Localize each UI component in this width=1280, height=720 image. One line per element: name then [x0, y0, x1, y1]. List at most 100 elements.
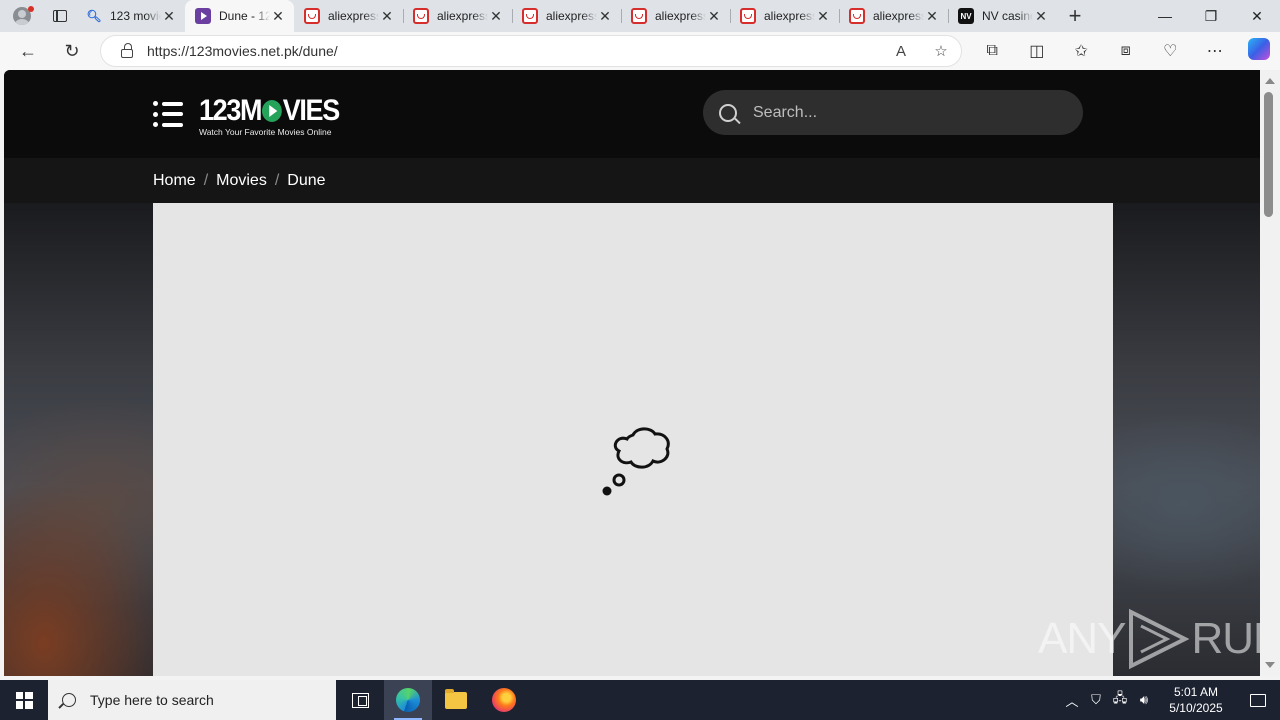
tab-title: aliexpress [437, 9, 488, 23]
close-icon[interactable]: ✕ [597, 8, 613, 25]
close-icon[interactable]: ✕ [379, 8, 395, 25]
new-tab-button[interactable]: + [1057, 0, 1093, 32]
minimize-icon[interactable]: ― [1142, 0, 1188, 32]
favorite-star-icon[interactable]: ☆ [921, 42, 961, 60]
firefox-taskbar-button[interactable] [480, 680, 528, 720]
breadcrumb: Home / Movies / Dune [153, 158, 326, 203]
anyrun-play-icon [1129, 608, 1190, 670]
file-explorer-taskbar-button[interactable] [432, 680, 480, 720]
tab-123movies-search[interactable]: 🔍︎ 123 movies ✕ [76, 0, 185, 32]
tab-aliexpress[interactable]: aliexpress ✕ [403, 0, 512, 32]
favorites-icon[interactable]: ✩ [1059, 41, 1104, 61]
profile-avatar-icon[interactable] [0, 0, 44, 32]
breadcrumb-separator: / [274, 171, 280, 189]
security-icon[interactable]: ⛉ [1084, 692, 1108, 708]
logo-text: 123M [199, 94, 262, 127]
lock-icon[interactable] [121, 42, 133, 58]
window-controls: ― ❐ ✕ [1142, 0, 1280, 32]
browser-essentials-icon[interactable]: ♡ [1148, 41, 1193, 61]
loading-thought-bubble-icon [602, 427, 670, 496]
edge-taskbar-button[interactable] [384, 680, 432, 720]
close-icon[interactable]: ✕ [270, 8, 286, 25]
page-viewport: 123M VIES Watch Your Favorite Movies Onli… [4, 70, 1260, 676]
aliexpress-bag-icon [849, 8, 865, 24]
menu-icon[interactable] [153, 101, 183, 127]
network-icon[interactable]: 🖧︎ [1108, 689, 1132, 711]
close-icon[interactable]: ✕ [815, 8, 831, 25]
scroll-up-icon[interactable] [1265, 78, 1275, 84]
logo-text: VIES [282, 94, 340, 127]
tab-title: aliexpress [873, 9, 924, 23]
url-text[interactable]: https://123movies.net.pk/dune/ [147, 43, 881, 59]
close-icon[interactable]: ✕ [488, 8, 504, 25]
tab-title: Dune - 123Movies [219, 9, 270, 23]
system-tray: ︿ ⛉ 🖧︎ 🔊︎ 5:01 AM 5/10/2025 [1060, 680, 1280, 720]
site-logo[interactable]: 123M VIES Watch Your Favorite Movies Onli… [199, 94, 354, 138]
play-icon [195, 8, 211, 24]
play-icon [262, 100, 282, 122]
close-icon[interactable]: ✕ [1033, 8, 1049, 25]
more-menu-icon[interactable]: ⋯ [1193, 41, 1238, 61]
aliexpress-bag-icon [740, 8, 756, 24]
split-screen-icon[interactable]: ◫ [1015, 41, 1060, 61]
tab-title: aliexpress [328, 9, 379, 23]
restore-icon[interactable]: ❐ [1188, 0, 1234, 32]
close-icon[interactable]: ✕ [161, 8, 177, 25]
breadcrumb-home[interactable]: Home [153, 172, 196, 190]
clock-date: 5/10/2025 [1169, 701, 1223, 715]
start-button[interactable] [0, 680, 48, 720]
taskbar-search-placeholder: Type here to search [90, 692, 214, 708]
page-scrollbar[interactable] [1260, 70, 1280, 676]
task-view-button[interactable] [336, 680, 384, 720]
breadcrumb-movies[interactable]: Movies [216, 172, 267, 190]
copilot-icon[interactable] [1237, 37, 1280, 65]
tab-title: aliexpress [546, 9, 597, 23]
scroll-thumb[interactable] [1264, 92, 1273, 217]
file-explorer-icon [445, 688, 467, 709]
breadcrumb-separator: / [203, 171, 209, 189]
read-aloud-icon[interactable]: A [881, 43, 921, 60]
notification-center-icon[interactable] [1236, 680, 1280, 720]
task-view-icon [351, 692, 369, 708]
scroll-down-icon[interactable] [1265, 662, 1275, 668]
collections-icon[interactable]: ⧈ [1104, 42, 1149, 60]
browser-tab-strip: 🔍︎ 123 movies ✕ Dune - 123Movies ✕ aliex… [0, 0, 1280, 32]
watermark-text: ANY [1038, 614, 1126, 663]
aliexpress-bag-icon [413, 8, 429, 24]
breadcrumb-bar: Home / Movies / Dune [4, 158, 1260, 203]
refresh-icon[interactable]: ↻ [50, 32, 94, 70]
windows-logo-icon [15, 691, 33, 709]
chevron-up-icon[interactable]: ︿ [1060, 691, 1084, 710]
clock-time: 5:01 AM [1173, 685, 1219, 699]
clock[interactable]: 5:01 AM 5/10/2025 [1156, 684, 1236, 716]
address-bar[interactable]: https://123movies.net.pk/dune/ A ☆ [100, 35, 962, 67]
aliexpress-bag-icon [631, 8, 647, 24]
tab-aliexpress[interactable]: aliexpress ✕ [730, 0, 839, 32]
browser-toolbar: ← ↻ https://123movies.net.pk/dune/ A ☆ ⧉… [0, 32, 1280, 70]
tab-nv-casino[interactable]: NV NV casino ✕ [948, 0, 1057, 32]
tab-aliexpress[interactable]: aliexpress ✕ [512, 0, 621, 32]
close-icon[interactable]: ✕ [924, 8, 940, 25]
firefox-icon [492, 688, 516, 712]
aliexpress-bag-icon [522, 8, 538, 24]
tab-dune[interactable]: Dune - 123Movies ✕ [185, 0, 294, 32]
aliexpress-bag-icon [304, 8, 320, 24]
close-window-icon[interactable]: ✕ [1234, 0, 1280, 32]
extensions-icon[interactable]: ⧉ [970, 42, 1015, 60]
watermark-text: RUN [1191, 614, 1260, 663]
close-icon[interactable]: ✕ [706, 8, 722, 25]
search-input[interactable] [753, 103, 1053, 122]
volume-icon[interactable]: 🔊︎ [1132, 692, 1156, 708]
tab-aliexpress[interactable]: aliexpress ✕ [621, 0, 730, 32]
tab-actions-icon[interactable] [44, 0, 76, 32]
site-search[interactable] [703, 90, 1083, 135]
taskbar-search[interactable]: Type here to search [48, 680, 336, 720]
tab-aliexpress[interactable]: aliexpress ✕ [294, 0, 403, 32]
tab-title: aliexpress [764, 9, 815, 23]
tab-aliexpress[interactable]: aliexpress ✕ [839, 0, 948, 32]
back-icon[interactable]: ← [6, 32, 50, 70]
tab-title: 123 movies [110, 9, 161, 23]
video-player[interactable] [153, 203, 1113, 676]
search-icon[interactable] [719, 103, 737, 122]
search-icon [62, 693, 76, 707]
